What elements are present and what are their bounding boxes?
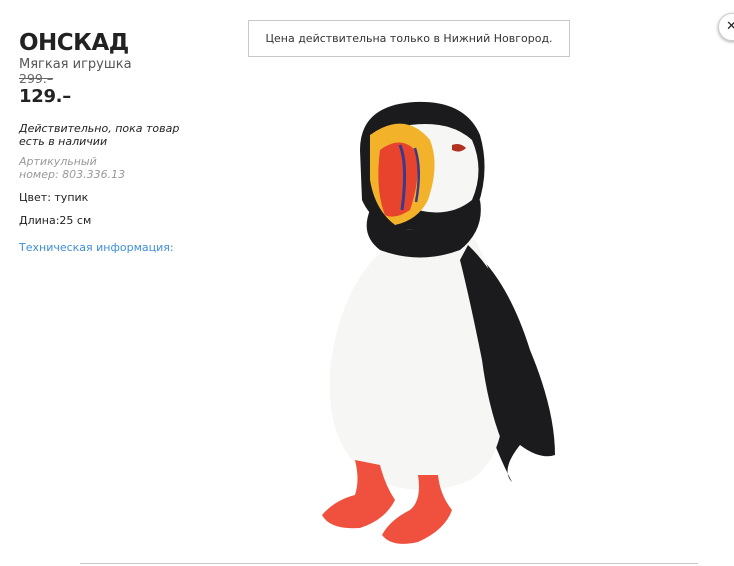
product-info: ОНСКАД Мягкая игрушка 299.– 129.– Действ… [19, 30, 209, 254]
length-spec: Длина:25 см [19, 214, 92, 227]
bottom-divider [80, 563, 698, 564]
product-name: ОНСКАД [19, 30, 129, 56]
product-type: Мягкая игрушка [19, 57, 132, 72]
new-price: 129.– [19, 86, 71, 107]
close-button[interactable]: ✕ [718, 13, 734, 41]
close-icon: ✕ [726, 19, 734, 34]
availability-note: Действительно, пока товар есть в наличии [19, 122, 180, 148]
old-price: 299.– [19, 71, 54, 86]
puffin-plush-image [322, 101, 555, 544]
color-spec: Цвет: тупик [19, 191, 89, 204]
article-number: Артикульный номер: 803.336.13 [19, 155, 126, 181]
technical-info-link[interactable]: Техническая информация: [19, 241, 209, 254]
price-notice: Цена действительна только в Нижний Новго… [248, 20, 570, 57]
